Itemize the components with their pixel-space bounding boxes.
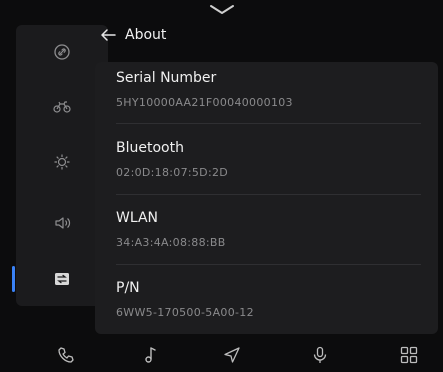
nav-phone-button[interactable] — [44, 337, 88, 372]
active-indicator — [12, 266, 15, 292]
nav-apps-button[interactable] — [387, 337, 431, 372]
info-label: Serial Number — [116, 70, 217, 86]
info-value: 6WW5-170500-5A00-12 — [116, 306, 254, 319]
info-value: 34:A3:4A:08:88:BB — [116, 236, 226, 249]
header: About — [99, 22, 166, 48]
bottom-nav — [0, 337, 443, 372]
info-value: 5HY10000AA21F00040000103 — [116, 96, 293, 109]
microphone-icon — [313, 346, 327, 363]
divider — [116, 194, 421, 195]
nav-voice-button[interactable] — [298, 337, 342, 372]
chevron-down-icon[interactable] — [209, 4, 235, 16]
info-row-pn: P/N 6WW5-170500-5A00-12 — [116, 279, 421, 319]
settings-transfer-icon — [55, 273, 69, 285]
info-row-wlan: WLAN 34:A3:4A:08:88:BB — [116, 209, 421, 265]
back-button[interactable] — [99, 25, 119, 45]
info-row-serial: Serial Number 5HY10000AA21F00040000103 — [116, 69, 421, 124]
screen: About Serial Number 5HY10000AA21F0004000… — [0, 0, 443, 372]
nav-music-button[interactable] — [128, 337, 172, 372]
navigation-icon — [224, 346, 240, 363]
page-title: About — [125, 27, 167, 43]
volume-icon — [55, 217, 71, 229]
divider — [116, 264, 421, 265]
info-label: WLAN — [116, 210, 159, 226]
nav-navigation-button[interactable] — [210, 337, 254, 372]
brightness-icon — [54, 154, 70, 170]
info-label: Bluetooth — [116, 140, 184, 156]
apps-grid-icon — [400, 346, 418, 363]
phone-icon — [58, 346, 74, 363]
link-icon — [54, 44, 70, 60]
divider — [116, 123, 421, 124]
back-arrow-icon — [101, 29, 116, 41]
info-value: 02:0D:18:07:5D:2D — [116, 166, 229, 179]
bike-icon — [53, 101, 71, 113]
info-label: P/N — [116, 280, 140, 296]
music-icon — [145, 346, 156, 363]
info-row-bluetooth: Bluetooth 02:0D:18:07:5D:2D — [116, 139, 421, 195]
